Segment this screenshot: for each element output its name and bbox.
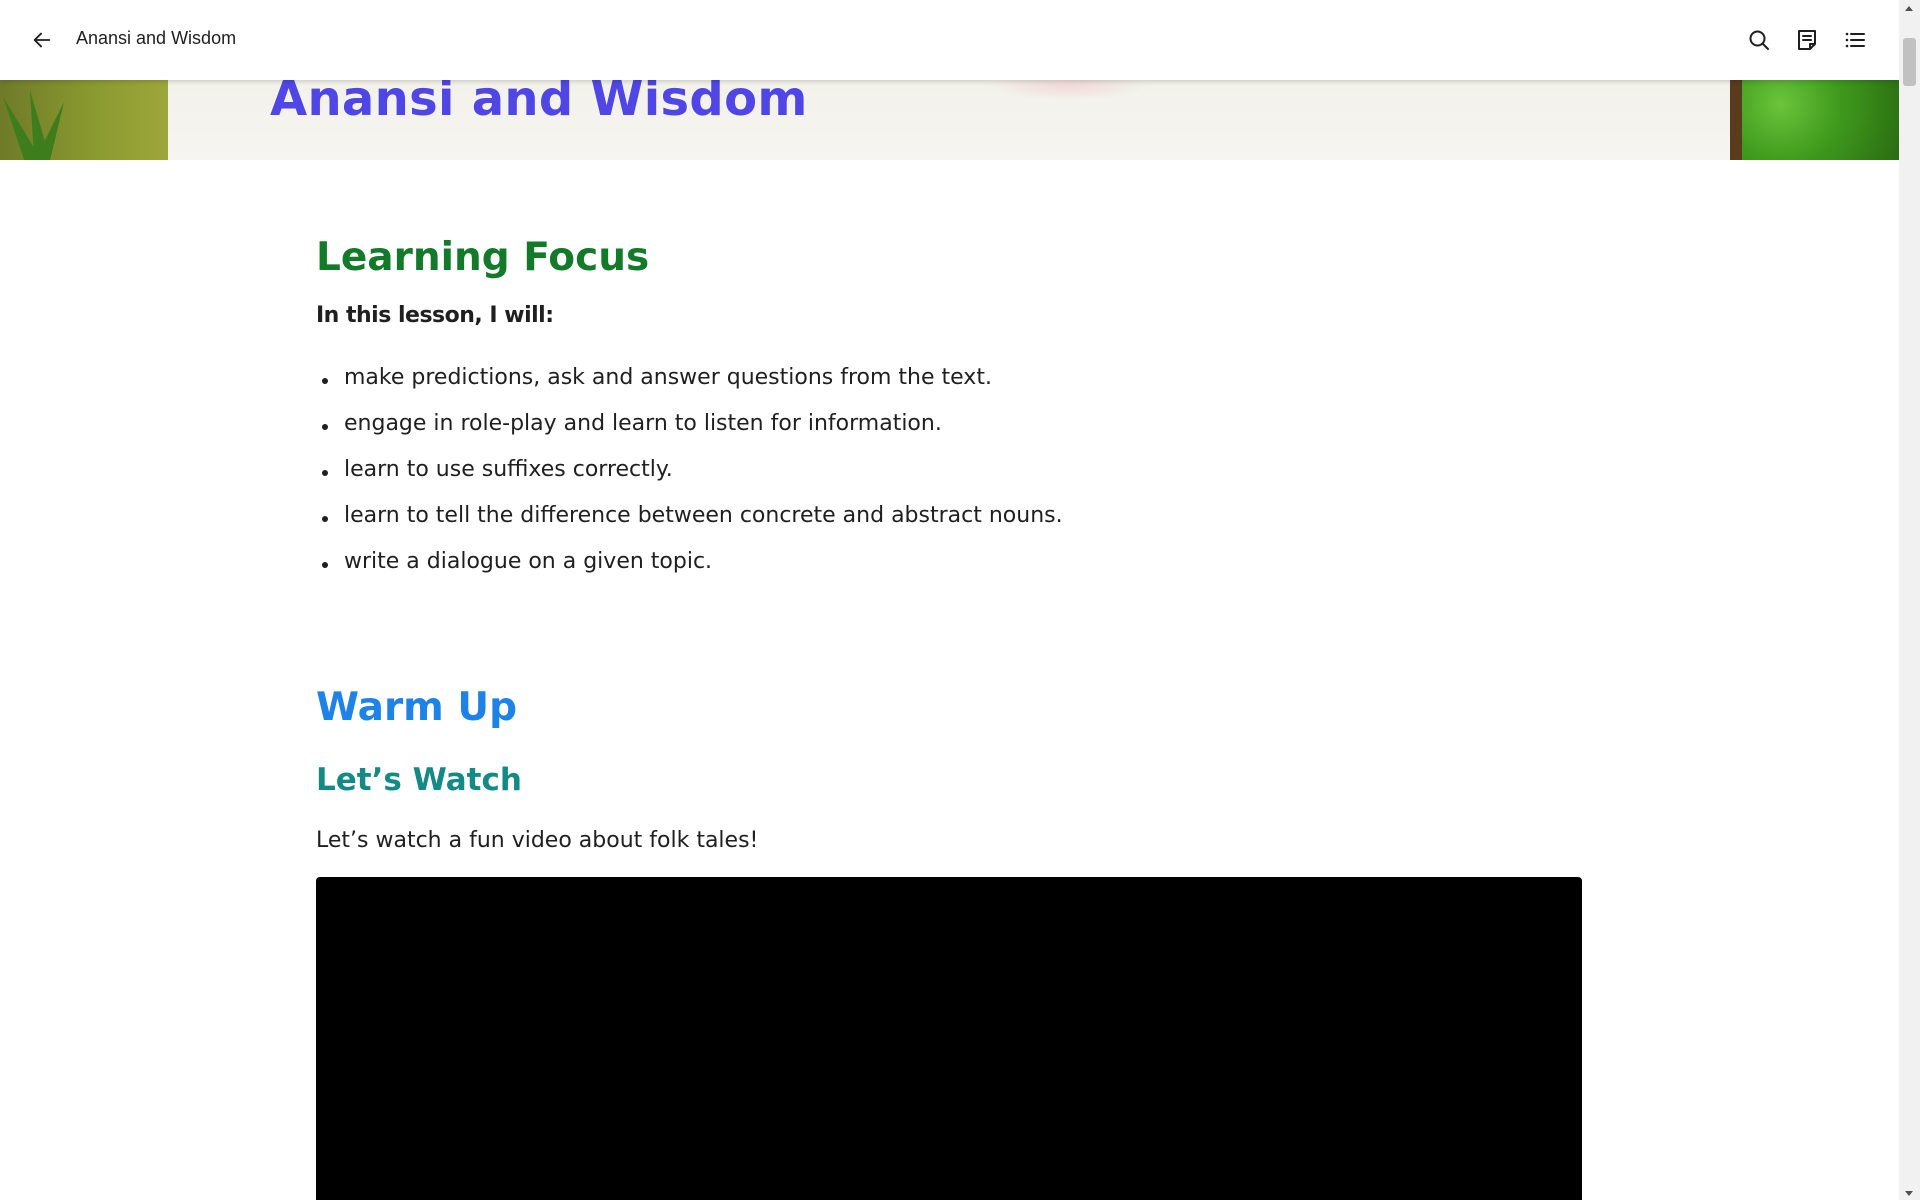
page: Anansi and Wisdom Learning Focus In this… xyxy=(0,0,1920,1200)
table-of-contents-icon xyxy=(1845,32,1865,48)
table-of-contents-button[interactable] xyxy=(1839,24,1871,56)
list-item: learn to tell the difference between con… xyxy=(316,503,1063,549)
list-item-text: learn to tell the difference between con… xyxy=(344,503,1063,528)
learning-focus-intro: In this lesson, I will: xyxy=(316,303,554,328)
list-item-text: engage in role-play and learn to listen … xyxy=(344,411,942,436)
list-item: write a dialogue on a given topic. xyxy=(316,549,1063,595)
bullet-icon xyxy=(322,562,328,568)
back-button[interactable] xyxy=(26,24,58,56)
banner-decoration xyxy=(988,80,1148,100)
banner-edge xyxy=(1730,80,1742,160)
notes-icon xyxy=(1798,30,1816,50)
scrollbar-thumb[interactable] xyxy=(1903,38,1916,86)
lets-watch-text: Let’s watch a fun video about folk tales… xyxy=(316,828,759,853)
list-item-text: learn to use suffixes correctly. xyxy=(344,457,673,482)
learning-focus-list: make predictions, ask and answer questio… xyxy=(316,365,1063,595)
bullet-icon xyxy=(322,470,328,476)
list-item: make predictions, ask and answer questio… xyxy=(316,365,1063,411)
search-button[interactable] xyxy=(1743,24,1775,56)
top-app-bar: Anansi and Wisdom xyxy=(0,0,1899,80)
bullet-icon xyxy=(322,424,328,430)
bullet-icon xyxy=(322,378,328,384)
banner-right-foliage xyxy=(1730,80,1899,160)
list-item-text: write a dialogue on a given topic. xyxy=(344,549,713,574)
list-item: engage in role-play and learn to listen … xyxy=(316,411,1063,457)
search-icon xyxy=(1749,30,1769,50)
reader-content[interactable]: Anansi and Wisdom Learning Focus In this… xyxy=(0,0,1899,1200)
app-bar-actions xyxy=(1743,24,1871,56)
warm-up-heading: Warm Up xyxy=(316,685,517,730)
list-item: learn to use suffixes correctly. xyxy=(316,457,1063,503)
video-player[interactable] xyxy=(316,877,1582,1200)
learning-focus-heading: Learning Focus xyxy=(316,235,650,280)
list-item-text: make predictions, ask and answer questio… xyxy=(344,365,992,390)
back-arrow-icon xyxy=(33,32,51,48)
vertical-scrollbar[interactable] xyxy=(1899,0,1920,1200)
banner-left-foliage xyxy=(0,80,168,160)
scroll-up-arrow-icon[interactable] xyxy=(1905,6,1913,11)
app-bar-title: Anansi and Wisdom xyxy=(76,28,237,48)
scroll-down-arrow-icon[interactable] xyxy=(1905,1191,1913,1196)
bullet-icon xyxy=(322,516,328,522)
lets-watch-heading: Let’s Watch xyxy=(316,762,522,798)
notes-button[interactable] xyxy=(1791,24,1823,56)
